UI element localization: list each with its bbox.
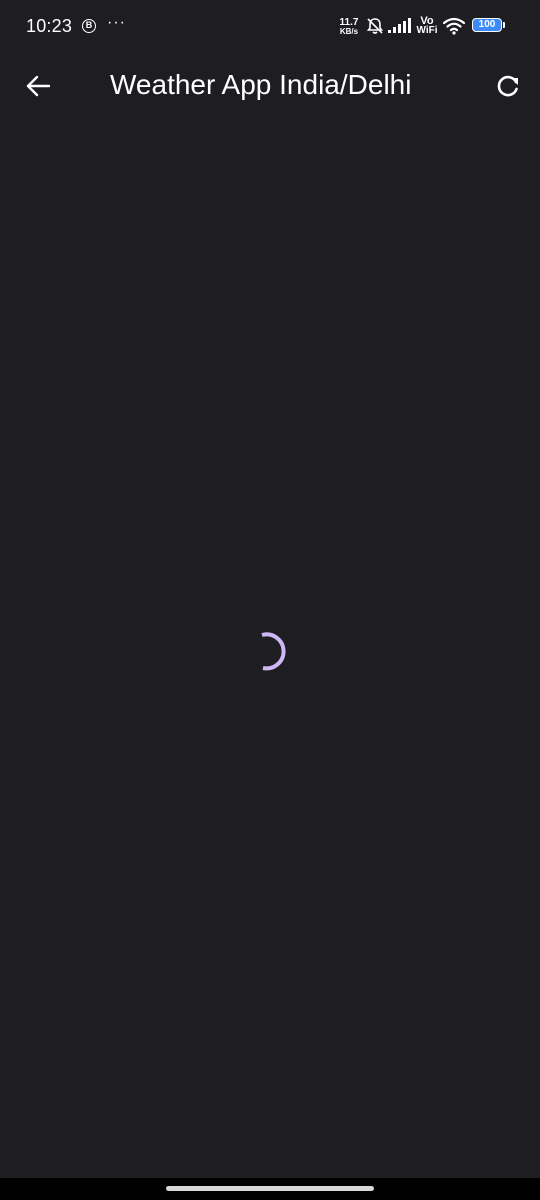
loading-spinner (261, 632, 286, 671)
refresh-icon (497, 75, 518, 97)
status-bar: 10:23 B ··· 11.7 KB/s Vo WiFi 100 (0, 0, 540, 56)
network-speed-value: 11.7 (339, 17, 359, 28)
wifi-label: WiFi (416, 25, 438, 36)
b-badge-icon: B (82, 19, 96, 33)
wifi-icon (443, 17, 465, 35)
more-dots-icon: ··· (107, 14, 126, 31)
app-bar: Weather App India/Delhi (0, 56, 540, 116)
network-speed-unit: KB/s (339, 27, 359, 36)
battery-icon: 100 (472, 18, 502, 32)
battery-tip (503, 22, 505, 28)
refresh-button[interactable] (490, 68, 526, 104)
arrow-left-icon (26, 75, 51, 97)
home-indicator[interactable] (166, 1186, 374, 1191)
status-time: 10:23 (26, 16, 73, 36)
battery-level: 100 (478, 19, 496, 30)
signal-icon (388, 18, 411, 33)
bell-off-icon (366, 18, 384, 34)
back-button[interactable] (20, 68, 56, 104)
network-speed: 11.7 KB/s (336, 17, 362, 37)
screen: 10:23 B ··· 11.7 KB/s Vo WiFi 100 Weathe… (0, 0, 540, 1200)
vowifi-indicator: Vo WiFi (415, 16, 439, 36)
system-nav-bar (0, 1178, 540, 1200)
page-title: Weather App India/Delhi (110, 69, 412, 100)
